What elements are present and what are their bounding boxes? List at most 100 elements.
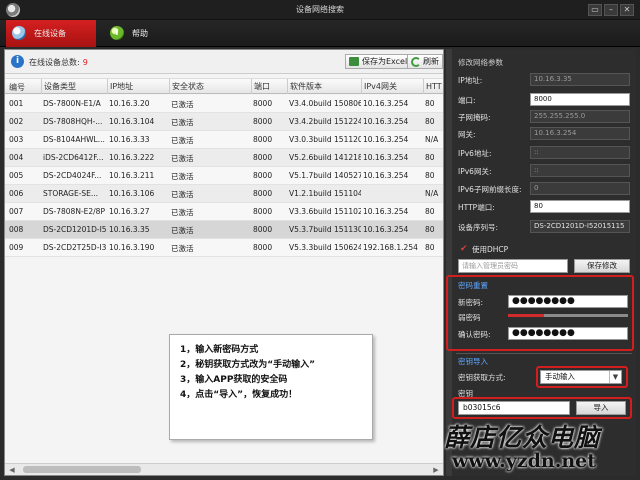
table-cell: DS-2CD2T25D-I3: [43, 243, 107, 252]
ipv6-gateway-label: IPv6网关:: [458, 167, 492, 176]
refresh-icon: [411, 57, 421, 67]
table-cell: 80: [425, 225, 435, 234]
chevron-down-icon: ▼: [609, 371, 621, 383]
restore-button[interactable]: ▭: [588, 4, 602, 16]
ipv6-address-field[interactable]: ::: [530, 146, 630, 159]
table-cell: 009: [9, 243, 24, 252]
scroll-right-icon[interactable]: ▶: [431, 465, 441, 475]
table-row[interactable]: 009 DS-2CD2T25D-I3 10.16.3.190 已激活 8000 V5.3.…: [5, 239, 443, 257]
info-bar: i 在线设备总数: 9 保存为Excel 刷新: [5, 50, 443, 74]
table-cell: 10.16.3.106: [109, 189, 155, 198]
table-cell: 006: [9, 189, 24, 198]
table-cell: 已激活: [171, 118, 194, 127]
import-button[interactable]: 导入: [576, 401, 626, 415]
port-field[interactable]: 8000: [530, 93, 630, 106]
table-row[interactable]: 002 DS-7808HQH-... 10.16.3.104 已激活 8000 V3.4.…: [5, 113, 443, 131]
scroll-thumb[interactable]: [23, 466, 141, 473]
total-label: 在线设备总数:: [29, 58, 80, 67]
table-cell: 8000: [253, 207, 273, 216]
table-cell: V1.2.1build 151104: [289, 189, 361, 198]
watermark-title: 薛店亿众电脑: [444, 423, 601, 452]
note-line: 3，输入APP获取的安全码: [180, 375, 288, 385]
save-changes-button[interactable]: 保存修改: [574, 259, 630, 273]
subnet-label: 子网掩码:: [458, 113, 491, 122]
table-cell: 8000: [253, 171, 273, 180]
tab-label: 帮助: [132, 29, 148, 38]
confirm-password-field[interactable]: ●●●●●●●●: [508, 327, 628, 340]
col-header[interactable]: 编号: [9, 82, 25, 93]
col-header[interactable]: HTT: [423, 79, 445, 94]
table-cell: DS-7808N-E2/8P: [43, 207, 105, 216]
table-cell: 004: [9, 153, 24, 162]
key-method-select[interactable]: 手动输入 ▼: [540, 370, 622, 384]
col-header[interactable]: 安全状态: [169, 79, 204, 94]
table-cell: N/A: [425, 189, 439, 198]
table-cell: 8000: [253, 225, 273, 234]
col-header[interactable]: 端口: [251, 79, 270, 94]
col-header[interactable]: IPv4网关: [361, 79, 397, 94]
table-cell: 002: [9, 117, 24, 126]
table-cell: 80: [425, 99, 435, 108]
table-cell: 10.16.3.254: [363, 117, 409, 126]
table-cell: V5.2.6build 141218: [289, 153, 361, 162]
table-cell: 10.16.3.222: [109, 153, 155, 162]
table-cell: 007: [9, 207, 24, 216]
col-header[interactable]: IP地址: [107, 79, 133, 94]
device-total: 在线设备总数: 9: [29, 57, 88, 68]
table-cell: 已激活: [171, 172, 194, 181]
help-icon: i: [110, 26, 124, 40]
refresh-button[interactable]: 刷新: [407, 54, 443, 69]
export-excel-button[interactable]: 保存为Excel: [345, 54, 413, 69]
table-cell: 80: [425, 117, 435, 126]
gateway-label: 网关:: [458, 130, 476, 139]
subnet-field[interactable]: 255.255.255.0: [530, 110, 630, 123]
info-icon: i: [11, 55, 24, 68]
tab-help[interactable]: i 帮助: [104, 20, 182, 47]
http-port-field[interactable]: 80: [530, 200, 630, 213]
password-reset-title: 密码重置: [458, 281, 488, 290]
strength-label: 弱密码: [458, 313, 481, 322]
note-line: 2，秘钥获取方式改为“手动输入”: [180, 360, 316, 370]
close-button[interactable]: ✕: [620, 4, 634, 16]
window-title: 设备网络搜索: [296, 5, 344, 14]
col-header[interactable]: 软件版本: [287, 79, 322, 94]
table-row[interactable]: 005 DS-2CD4024F... 10.16.3.211 已激活 8000 V5.1.…: [5, 167, 443, 185]
ipv6-gateway-field[interactable]: ::: [530, 164, 630, 177]
table-row[interactable]: 007 DS-7808N-E2/8P 10.16.3.27 已激活 8000 V3.3.6…: [5, 203, 443, 221]
table-cell: 8000: [253, 243, 273, 252]
table-cell: DS-2CD4024F...: [43, 171, 102, 180]
table-cell: 10.16.3.254: [363, 207, 409, 216]
ip-field[interactable]: 10.16.3.35: [530, 73, 630, 86]
scroll-left-icon[interactable]: ◀: [7, 465, 17, 475]
key-input[interactable]: b03015c6: [458, 401, 570, 415]
table-row[interactable]: 004 iDS-2CD6412F... 10.16.3.222 已激活 8000 V5.2…: [5, 149, 443, 167]
ipv6-address-label: IPv6地址:: [458, 149, 492, 158]
table-row[interactable]: 003 DS-8104AHWL... 10.16.3.33 已激活 8000 V3.0.3…: [5, 131, 443, 149]
table-cell: 10.16.3.190: [109, 243, 155, 252]
tab-online-devices[interactable]: 在线设备: [6, 20, 96, 47]
divider: [456, 353, 632, 354]
dhcp-checkbox[interactable]: ✔: [460, 244, 468, 254]
http-port-label: HTTP端口:: [458, 203, 495, 212]
gateway-field[interactable]: 10.16.3.254: [530, 127, 630, 140]
table-cell: V5.3.7build 151130: [289, 225, 361, 234]
table-cell: DS-2CD1201D-I5: [43, 225, 107, 234]
title-bar: 设备网络搜索 ▭ – ✕: [0, 0, 640, 20]
col-header[interactable]: 设备类型: [41, 79, 76, 94]
table-cell: 8000: [253, 99, 273, 108]
table-row[interactable]: 006 STORAGE-SE... 10.16.3.106 已激活 8000 V1.2.1…: [5, 185, 443, 203]
port-label: 端口:: [458, 96, 476, 105]
minimize-button[interactable]: –: [604, 4, 618, 16]
admin-password-input[interactable]: 请输入管理员密码: [458, 259, 568, 273]
table-row[interactable]: 001 DS-7800N-E1/A 10.16.3.20 已激活 8000 V3.4.0b…: [5, 95, 443, 113]
table-cell: 10.16.3.254: [363, 171, 409, 180]
key-import-title: 密钥导入: [458, 357, 488, 366]
new-password-field[interactable]: ●●●●●●●●: [508, 295, 628, 308]
horizontal-scrollbar[interactable]: ◀ ▶: [5, 463, 443, 475]
table-row[interactable]: 008 DS-2CD1201D-I5 10.16.3.35 已激活 8000 V5.3.7…: [5, 221, 443, 239]
dhcp-label: 使用DHCP: [472, 245, 509, 254]
ipv6-prefix-field[interactable]: 0: [530, 182, 630, 195]
table-cell: 已激活: [171, 244, 194, 253]
table-cell: 已激活: [171, 226, 194, 235]
table-cell: N/A: [425, 135, 439, 144]
